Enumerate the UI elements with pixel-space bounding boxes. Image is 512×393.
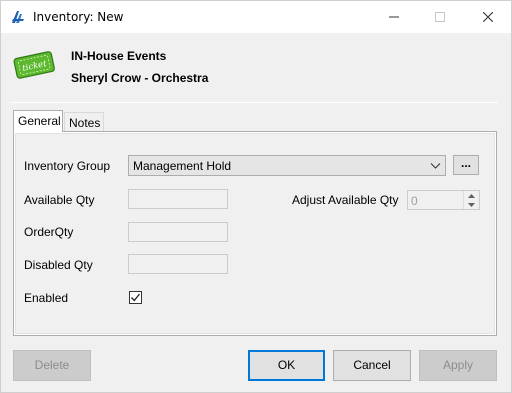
maximize-icon [435,12,445,22]
app-logo-icon [10,9,26,25]
title-bar[interactable]: Inventory: New [1,1,511,33]
available-qty-field[interactable] [128,189,228,209]
stepper-down-icon[interactable] [464,200,479,209]
inventory-dialog: Inventory: New ticket IN-House Events Sh… [0,0,512,393]
inventory-group-label: Inventory Group [24,159,111,173]
close-button[interactable] [465,1,511,33]
ticket-icon: ticket [11,47,57,81]
disabled-qty-label: Disabled Qty [24,258,93,272]
order-qty-label: OrderQty [24,225,74,239]
inventory-group-select[interactable]: Management Hold [128,155,446,176]
stepper-buttons [463,191,479,209]
adjust-available-qty-label: Adjust Available Qty [292,193,399,207]
minimize-icon [389,16,399,18]
adjust-available-qty-value: 0 [411,194,418,208]
disabled-qty-field[interactable] [128,254,228,274]
checkmark-icon [131,293,141,302]
enabled-checkbox[interactable] [129,291,142,304]
close-icon [483,12,493,22]
apply-button[interactable]: Apply [419,350,497,381]
enabled-label: Enabled [24,291,69,305]
inventory-group-browse-button[interactable]: ... [453,155,479,175]
header-divider [11,102,498,103]
cancel-button[interactable]: Cancel [333,350,411,381]
tab-notes[interactable]: Notes [64,112,104,132]
minimize-button[interactable] [371,1,417,33]
ok-button[interactable]: OK [248,350,325,381]
chevron-down-icon [430,160,441,171]
order-qty-field[interactable] [128,222,228,242]
maximize-button[interactable] [417,1,463,33]
inventory-group-value: Management Hold [133,159,232,173]
available-qty-label: Available Qty [24,193,95,207]
delete-button[interactable]: Delete [13,350,91,381]
event-detail: Sheryl Crow - Orchestra [71,71,209,85]
adjust-available-qty-stepper[interactable]: 0 [407,190,480,210]
event-name: IN-House Events [71,49,167,63]
window-title: Inventory: New [33,10,124,24]
stepper-up-icon[interactable] [464,191,479,200]
tab-general[interactable]: General [13,110,63,132]
